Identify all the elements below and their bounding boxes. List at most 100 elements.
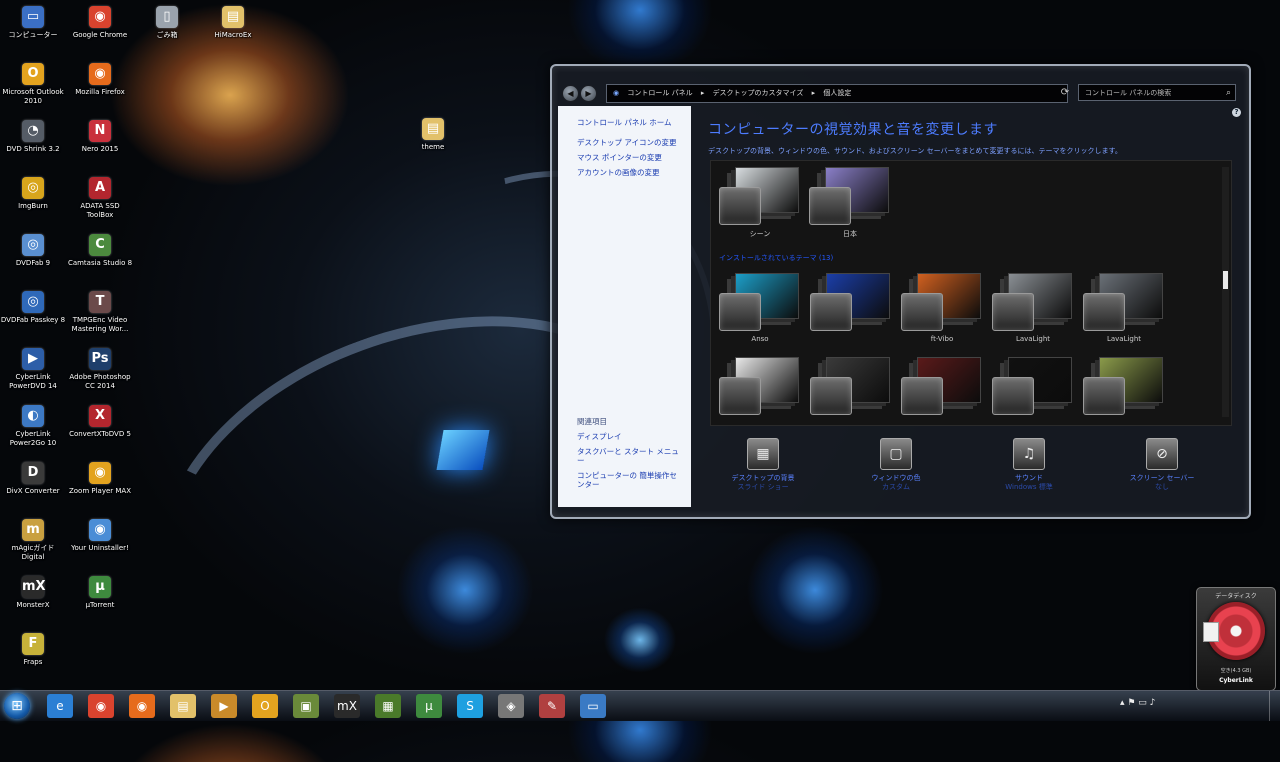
desktop-icon[interactable]: C Camtasia Studio 8: [67, 234, 133, 290]
refresh-icon[interactable]: ⟳: [1058, 84, 1072, 101]
show-desktop-button[interactable]: [1269, 691, 1280, 721]
desktop-icon[interactable]: Ps Adobe Photoshop CC 2014: [67, 348, 133, 404]
setting-value: Windows 標準: [1005, 483, 1053, 491]
theme-color-swatch: [810, 377, 852, 415]
explorer-folder-icon: ▤: [177, 699, 189, 713]
control-panel-home-link[interactable]: コントロール パネル ホーム: [577, 117, 672, 128]
desktop-icon[interactable]: ◉ Your Uninstaller!: [67, 519, 133, 575]
theme-tile[interactable]: [1083, 357, 1165, 437]
desktop-icon[interactable]: ▤ HiMacroEx: [200, 6, 266, 62]
desktop-icon[interactable]: ◉ Zoom Player MAX: [67, 462, 133, 518]
taskbar-outlook-button[interactable]: O: [252, 694, 278, 718]
desktop-icon[interactable]: D DivX Converter: [0, 462, 66, 518]
theme-tile[interactable]: 日本: [809, 167, 891, 247]
desktop-icon[interactable]: ▯ ごみ箱: [134, 6, 200, 62]
taskbar-internet-explorer-button[interactable]: e: [47, 694, 73, 718]
desktop-icon-label: ADATA SSD ToolBox: [80, 202, 120, 219]
help-icon[interactable]: ?: [1232, 108, 1241, 117]
start-button[interactable]: ⊞: [4, 693, 30, 719]
system-tray[interactable]: ▴ ⚑ ▭ ♪: [1120, 698, 1155, 708]
installed-themes-label[interactable]: インストールされているテーマ (13): [719, 253, 833, 263]
theme-tile[interactable]: Anso: [719, 273, 801, 353]
desktop-icon-label: DVD Shrink 3.2: [6, 145, 60, 153]
theme-tile[interactable]: [719, 357, 801, 437]
internet-explorer-icon: e: [56, 699, 64, 713]
taskbar-control-panel-button[interactable]: ▭: [580, 694, 606, 718]
scrollbar-thumb[interactable]: [1223, 271, 1228, 289]
theme-setting-button[interactable]: ▦ デスクトップの背景 スライド ショー: [708, 438, 818, 492]
theme-tile[interactable]: [810, 357, 892, 437]
theme-color-swatch: [810, 293, 852, 331]
back-button[interactable]: ◀: [562, 85, 579, 102]
taskbar-monsterx-button[interactable]: mX: [334, 694, 360, 718]
forward-button[interactable]: ▶: [580, 85, 597, 102]
theme-color-swatch: [719, 187, 761, 225]
window-color-icon: ▢: [880, 438, 912, 470]
desktop-icon[interactable]: ◎ DVDFab 9: [0, 234, 66, 290]
breadcrumb-personalize[interactable]: 個人設定: [823, 89, 851, 97]
theme-setting-button[interactable]: ⊘ スクリーン セーバー なし: [1107, 438, 1217, 492]
desktop-icon[interactable]: ◔ DVD Shrink 3.2: [0, 120, 66, 176]
taskbar-chrome-button[interactable]: ◉: [88, 694, 114, 718]
theme-tile[interactable]: LavaLight: [992, 273, 1074, 353]
desktop-icon[interactable]: X ConvertXToDVD 5: [67, 405, 133, 461]
desktop-icon[interactable]: N Nero 2015: [67, 120, 133, 176]
firefox-icon: ◉: [89, 63, 111, 85]
theme-setting-button[interactable]: ▢ ウィンドウの色 カスタム: [841, 438, 951, 492]
fraps-icon: F: [22, 633, 44, 655]
desktop-icon[interactable]: ▤ theme: [400, 118, 466, 174]
screen-saver-icon: ⊘: [1146, 438, 1178, 470]
taskbar-tool-button[interactable]: ◈: [498, 694, 524, 718]
desktop-icon[interactable]: m mAgicガイド Digital: [0, 519, 66, 575]
taskbar-media-player-button[interactable]: ▶: [211, 694, 237, 718]
desktop-icon[interactable]: ◉ Google Chrome: [67, 6, 133, 62]
desktop-icon[interactable]: ◎ DVDFab Passkey 8: [0, 291, 66, 347]
breadcrumb-desktop-customize[interactable]: デスクトップのカスタマイズ: [713, 89, 804, 97]
theme-tile[interactable]: シーン: [719, 167, 801, 247]
drive-tray-icon: [1203, 622, 1219, 642]
theme-tile[interactable]: ft-Vibo: [901, 273, 983, 353]
taskbar-paint-button[interactable]: ✎: [539, 694, 565, 718]
image-viewer-icon: ▣: [300, 699, 312, 713]
disc-gadget[interactable]: データディスク 空き(4.3 GB) CyberLink: [1196, 587, 1276, 691]
see-also-header: 関連項目: [577, 417, 607, 426]
desktop-icon[interactable]: ◐ CyberLink Power2Go 10: [0, 405, 66, 461]
theme-setting-button[interactable]: ♫ サウンド Windows 標準: [974, 438, 1084, 492]
desktop-icon[interactable]: µ µTorrent: [67, 576, 133, 632]
taskbar-explorer-folder-button[interactable]: ▤: [170, 694, 196, 718]
address-bar[interactable]: ◉ コントロール パネル ▸ デスクトップのカスタマイズ ▸ 個人設定: [606, 84, 1068, 103]
theme-tile[interactable]: LavaLight: [1083, 273, 1165, 353]
taskbar-start-menu-link[interactable]: タスクバーと スタート メニュー: [577, 447, 682, 465]
desktop-icon[interactable]: mX MonsterX: [0, 576, 66, 632]
desktop-icon[interactable]: ▭ コンピューター: [0, 6, 66, 62]
theme-tile[interactable]: [901, 357, 983, 437]
desktop-icon[interactable]: A ADATA SSD ToolBox: [67, 177, 133, 233]
desktop-icon[interactable]: ◉ Mozilla Firefox: [67, 63, 133, 119]
desktop-icon[interactable]: ◎ ImgBurn: [0, 177, 66, 233]
change-mouse-pointer-link[interactable]: マウス ポインターの変更: [577, 153, 677, 162]
desktop-icon[interactable]: F Fraps: [0, 633, 66, 689]
ease-of-access-link[interactable]: コンピューターの 簡単操作センター: [577, 471, 682, 489]
taskbar-utorrent-button[interactable]: µ: [416, 694, 442, 718]
personalization-window[interactable]: ◀ ▶ ◉ コントロール パネル ▸ デスクトップのカスタマイズ ▸ 個人設定 …: [550, 64, 1251, 519]
change-desktop-icons-link[interactable]: デスクトップ アイコンの変更: [577, 138, 677, 147]
search-input[interactable]: コントロール パネルの検索 ⌕: [1078, 84, 1236, 101]
taskbar-image-viewer-button[interactable]: ▣: [293, 694, 319, 718]
theme-tile[interactable]: [992, 357, 1074, 437]
desktop-icon[interactable]: T TMPGEnc Video Mastering Wor...: [67, 291, 133, 347]
display-link[interactable]: ディスプレイ: [577, 432, 682, 441]
desktop-icon[interactable]: O Microsoft Outlook 2010: [0, 63, 66, 119]
theme-tile[interactable]: [810, 273, 892, 353]
breadcrumb-control-panel[interactable]: コントロール パネル: [627, 89, 692, 97]
page-title: コンピューターの視覚効果と音を変更します: [708, 122, 998, 138]
outlook-icon: O: [260, 699, 270, 713]
search-icon[interactable]: ⌕: [1226, 85, 1231, 102]
theme-gallery[interactable]: シーン 日本 Anso ft-Vibo LavaLight LavaLight インストー…: [710, 160, 1232, 426]
change-account-picture-link[interactable]: アカウントの画像の変更: [577, 168, 677, 177]
taskbar-firefox-button[interactable]: ◉: [129, 694, 155, 718]
gallery-scrollbar[interactable]: [1222, 167, 1229, 417]
taskbar-skype-button[interactable]: S: [457, 694, 483, 718]
taskbar-green-app-button[interactable]: ▦: [375, 694, 401, 718]
theme-label: ft-Vibo: [930, 335, 954, 343]
desktop-icon[interactable]: ▶ CyberLink PowerDVD 14: [0, 348, 66, 404]
